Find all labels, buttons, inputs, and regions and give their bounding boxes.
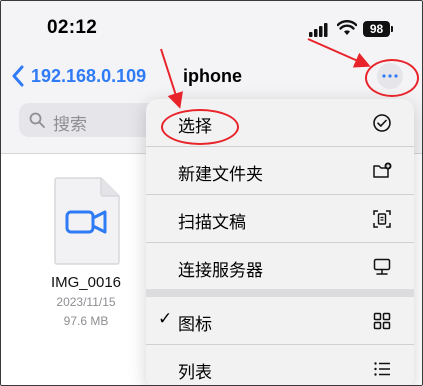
list-icon [374, 362, 390, 376]
menu-item-label: 图标 [178, 315, 212, 334]
menu-item-list[interactable]: 列表 [146, 345, 414, 385]
more-options-button[interactable] [377, 63, 403, 89]
search-icon [29, 112, 45, 128]
menu-item-label: 新建文件夹 [178, 165, 263, 184]
battery-indicator: 98 [363, 21, 393, 37]
file-size: 97.6 MB [63, 314, 109, 328]
options-menu: 选择 新建文件夹 扫描文稿 连接服务器 ✓ 图标 列表 [146, 99, 414, 385]
menu-item-new-folder[interactable]: 新建文件夹 [146, 147, 414, 194]
file-date: 2023/11/15 [56, 295, 116, 309]
new-folder-icon [373, 162, 392, 178]
navigation-bar: 192.168.0.109 iphone [1, 57, 422, 97]
back-button[interactable]: 192.168.0.109 [31, 66, 146, 87]
menu-item-label: 扫描文稿 [178, 213, 246, 232]
menu-section-separator [146, 289, 414, 297]
status-bar: 02:12 98 [1, 1, 422, 57]
page-title: iphone [183, 66, 242, 86]
ellipsis-icon [382, 74, 398, 78]
connect-server-icon [373, 258, 391, 275]
menu-item-label: 选择 [178, 117, 212, 136]
checkmark-circle-icon [373, 114, 391, 132]
chevron-left-icon[interactable] [11, 65, 25, 87]
search-placeholder: 搜索 [53, 115, 87, 134]
scan-document-icon [373, 210, 391, 228]
menu-item-label: 连接服务器 [178, 261, 263, 280]
grid-icon [373, 312, 391, 330]
menu-item-select[interactable]: 选择 [146, 99, 414, 146]
file-name: IMG_0016 [50, 274, 122, 291]
status-time: 02:12 [47, 17, 98, 38]
menu-item-connect-server[interactable]: 连接服务器 [146, 243, 414, 290]
checkmark-icon: ✓ [158, 309, 173, 328]
menu-item-label: 列表 [178, 363, 212, 382]
wifi-icon [337, 20, 357, 35]
menu-item-scan-document[interactable]: 扫描文稿 [146, 195, 414, 242]
signal-icon [309, 23, 328, 37]
app-window: 02:12 98 192.168.0.109 iphone 搜索 IMG_001… [0, 0, 423, 386]
video-file-icon [54, 177, 120, 265]
menu-item-icons[interactable]: ✓ 图标 [146, 297, 414, 344]
